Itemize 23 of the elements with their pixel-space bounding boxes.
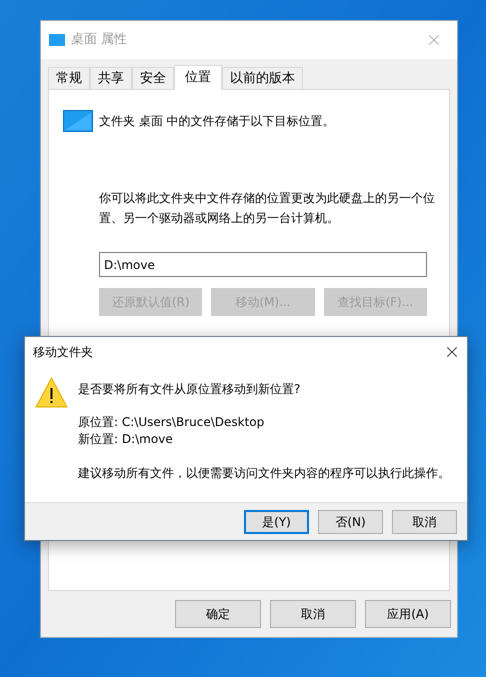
dialog-button[interactable]: 取消 xyxy=(392,510,457,534)
dialog-button[interactable]: 应用(A) xyxy=(365,600,451,628)
detail-text: 新位置: D:\move xyxy=(78,431,174,448)
desktop-icon xyxy=(63,110,93,132)
warning-icon xyxy=(35,377,68,408)
tab[interactable]: 常规 xyxy=(48,67,90,89)
tab[interactable]: 安全 xyxy=(132,67,174,89)
advice-text: 建议移动所有文件，以便需要访问文件夹内容的程序可以执行此操作。 xyxy=(78,465,450,481)
window-icon xyxy=(49,34,65,46)
dialog-title: 移动文件夹 xyxy=(33,344,93,361)
dialog-button[interactable]: 是(Y) xyxy=(244,510,309,534)
detail-text: 原位置: C:\Users\Bruce\Desktop xyxy=(78,414,266,431)
dialog-button[interactable]: 取消 xyxy=(270,600,356,628)
location-heading: 文件夹 桌面 中的文件存储于以下目标位置。 xyxy=(99,113,335,130)
question-text: 是否要将所有文件从原位置移动到新位置? xyxy=(78,381,302,397)
tab[interactable]: 共享 xyxy=(90,67,132,89)
window-title: 桌面 属性 xyxy=(71,31,128,50)
tab[interactable]: 位置 xyxy=(174,65,222,90)
location-description: 你可以将此文件夹中文件存储的位置更改为此硬盘上的另一个位置、另一个驱动器或网络上的另一台计算机。 xyxy=(99,190,435,227)
dialog-button[interactable]: 否(N) xyxy=(318,510,383,534)
tab[interactable]: 以前的版本 xyxy=(222,67,303,89)
path-field[interactable]: D:\move xyxy=(99,252,427,277)
dialog-button[interactable]: 确定 xyxy=(175,600,261,628)
